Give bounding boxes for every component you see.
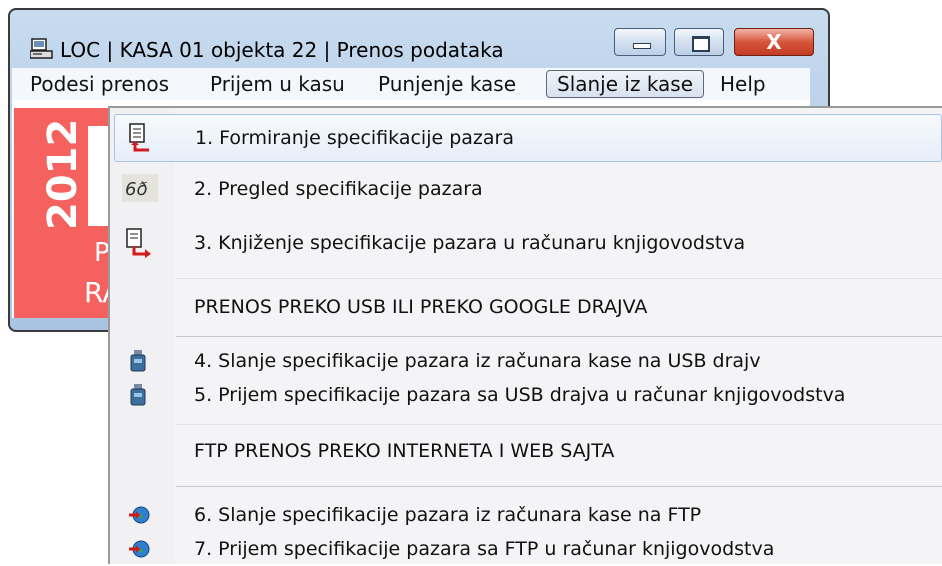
menu-item-label: 2. Pregled specifikacije pazara bbox=[194, 178, 483, 200]
svg-text:6ð: 6ð bbox=[125, 179, 147, 200]
banner-year: 2012 bbox=[40, 118, 86, 230]
globe-arrow-icon bbox=[128, 504, 150, 526]
menu-slanje-iz-kase[interactable]: Slanje iz kase bbox=[546, 70, 705, 98]
maximize-icon bbox=[692, 36, 710, 52]
menu-item-label: 3. Knjiženje specifikacije pazara u raču… bbox=[194, 232, 746, 254]
section-header-label: FTP PRENOS PREKO INTERNETA I WEB SAJTA bbox=[194, 440, 615, 462]
section-header-ftp: FTP PRENOS PREKO INTERNETA I WEB SAJTA bbox=[110, 426, 942, 478]
menu-item-label: 1. Formiranje specifikacije pazara bbox=[195, 127, 514, 149]
menu-separator bbox=[176, 486, 942, 487]
document-export-icon bbox=[124, 228, 152, 258]
menu-item-pregled[interactable]: 6ð 2. Pregled specifikacije pazara bbox=[110, 164, 942, 214]
menu-bar: Podesi prenos Prijem u kasu Punjenje kas… bbox=[12, 68, 810, 100]
section-header-usb: PRENOS PREKO USB ILI PREKO GOOGLE DRAJVA bbox=[110, 280, 942, 334]
menu-separator bbox=[176, 424, 942, 425]
close-button[interactable]: X bbox=[734, 28, 814, 56]
slanje-dropdown-menu: 1. Formiranje specifikacije pazara 6ð 2.… bbox=[108, 106, 942, 564]
menu-prijem-u-kasu[interactable]: Prijem u kasu bbox=[210, 68, 345, 100]
menu-separator bbox=[176, 336, 942, 337]
section-header-label: PRENOS PREKO USB ILI PREKO GOOGLE DRAJVA bbox=[194, 296, 648, 318]
usb-drive-icon bbox=[130, 384, 146, 406]
menu-item-prijem-ftp[interactable]: 7. Prijem specifikacije pazara sa FTP u … bbox=[110, 534, 942, 566]
maximize-button[interactable] bbox=[674, 28, 724, 56]
menu-item-knjizenje[interactable]: 3. Knjiženje specifikacije pazara u raču… bbox=[110, 216, 942, 270]
close-icon: X bbox=[766, 30, 782, 54]
glasses-icon: 6ð bbox=[122, 174, 158, 202]
globe-arrow-icon bbox=[128, 538, 150, 560]
menu-podesi-prenos[interactable]: Podesi prenos bbox=[30, 68, 169, 100]
menu-item-formiranje[interactable]: 1. Formiranje specifikacije pazara bbox=[114, 114, 942, 162]
menu-help[interactable]: Help bbox=[720, 68, 766, 100]
usb-drive-icon bbox=[130, 350, 146, 372]
menu-item-slanje-ftp[interactable]: 6. Slanje specifikacije pazara iz računa… bbox=[110, 500, 942, 532]
menu-item-label: 5. Prijem specifikacije pazara sa USB dr… bbox=[194, 384, 846, 406]
minimize-button[interactable] bbox=[614, 28, 666, 56]
window-title: LOC | KASA 01 objekta 22 | Prenos podata… bbox=[60, 38, 504, 62]
menu-item-label: 4. Slanje specifikacije pazara iz računa… bbox=[194, 350, 761, 372]
computer-app-icon bbox=[29, 38, 54, 60]
minimize-icon bbox=[633, 43, 651, 49]
menu-item-prijem-usb[interactable]: 5. Prijem specifikacije pazara sa USB dr… bbox=[110, 380, 942, 414]
menu-separator bbox=[176, 278, 942, 279]
menu-item-slanje-usb[interactable]: 4. Slanje specifikacije pazara iz računa… bbox=[110, 344, 942, 378]
menu-item-label: 6. Slanje specifikacije pazara iz računa… bbox=[194, 504, 702, 526]
document-red-arrow-icon bbox=[125, 123, 153, 152]
title-bar[interactable]: LOC | KASA 01 objekta 22 | Prenos podata… bbox=[10, 10, 828, 76]
menu-item-label: 7. Prijem specifikacije pazara sa FTP u … bbox=[194, 538, 775, 560]
menu-punjenje-kase[interactable]: Punjenje kase bbox=[378, 68, 516, 100]
